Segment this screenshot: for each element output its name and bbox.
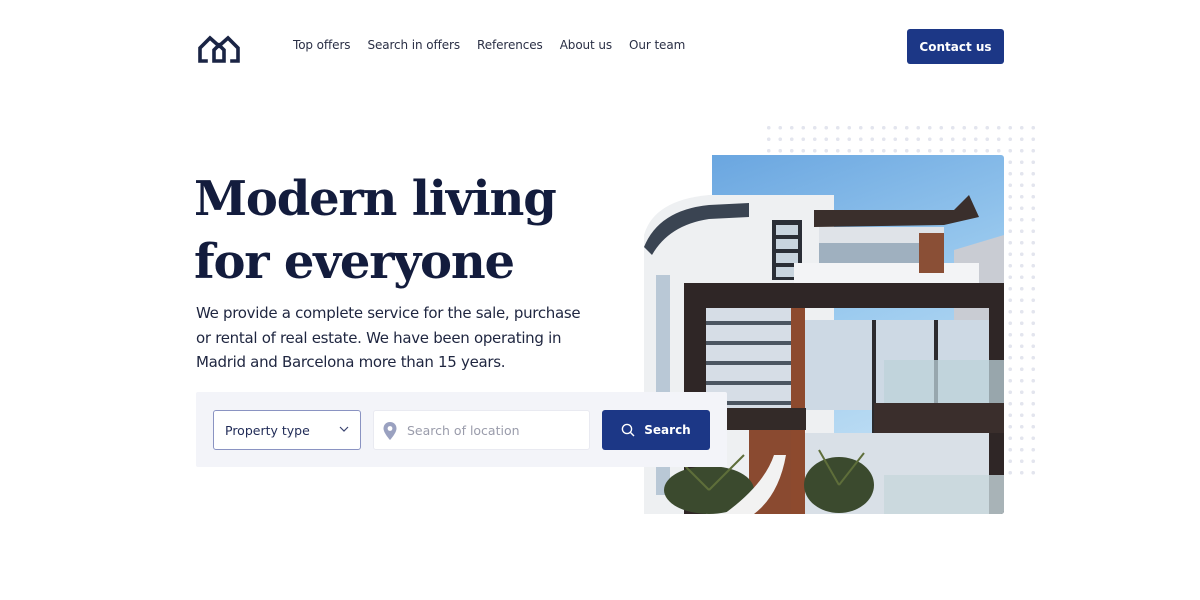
nav-top-offers[interactable]: Top offers [293,38,351,52]
nav-our-team[interactable]: Our team [629,38,685,52]
hero-title-line-2: for everyone [194,234,515,290]
search-button[interactable]: Search [602,410,710,450]
property-type-select[interactable]: Property type [213,410,361,450]
property-type-value: Property type [225,422,310,438]
map-pin-icon [383,422,397,440]
chevron-down-icon [339,426,349,432]
nav-about-us[interactable]: About us [560,38,612,52]
contact-us-button[interactable]: Contact us [907,29,1004,64]
search-icon [621,423,635,437]
location-field[interactable] [373,410,590,450]
search-button-label: Search [644,423,691,437]
main-nav: Top offers Search in offers References A… [293,38,702,52]
logo-icon[interactable] [194,31,244,63]
hero-description-line: We provide a complete service for the sa… [196,304,581,322]
hero-title-line-1: Modern living [194,171,557,227]
nav-references[interactable]: References [477,38,543,52]
hero-description-line: or rental of real estate. We have been o… [196,328,562,347]
hero-description: We provide a complete service for the sa… [196,301,596,375]
hero-description-line: Madrid and Barcelona more than 15 years. [196,353,506,371]
location-input[interactable] [407,411,585,449]
nav-search-in-offers[interactable]: Search in offers [367,38,460,52]
hero-title: Modern living for everyone [194,168,614,294]
search-panel: Property type Search [196,392,727,467]
